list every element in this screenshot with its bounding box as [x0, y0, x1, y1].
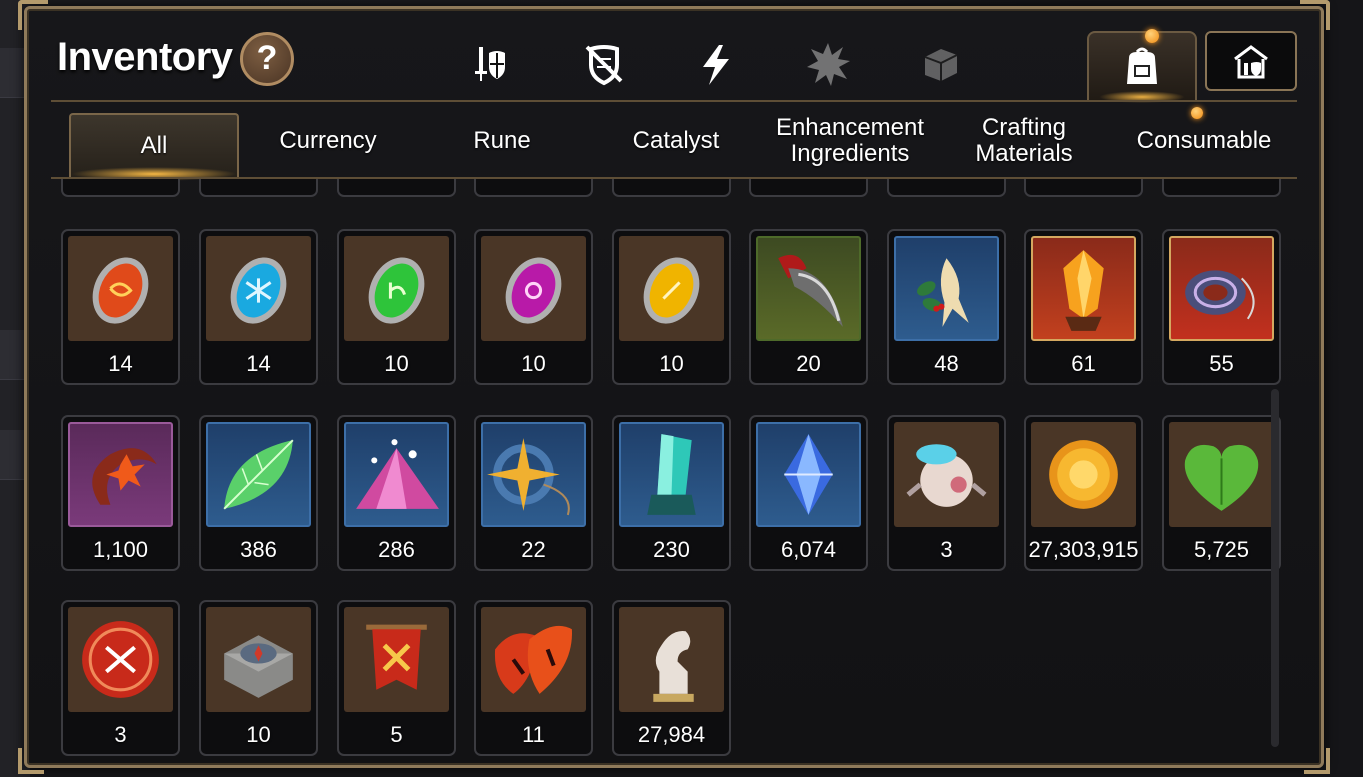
help-button[interactable]: ?	[240, 32, 294, 86]
tab-catalyst[interactable]: Catalyst	[591, 105, 761, 177]
blue-rune-stone-icon	[206, 236, 311, 341]
tab-items[interactable]	[1087, 29, 1197, 103]
item-slot[interactable]: 27,303,915	[1024, 415, 1143, 571]
item-slot[interactable]: 61	[1024, 229, 1143, 385]
guild-house-icon	[1234, 45, 1268, 79]
pink-crystal-pile-icon	[344, 422, 449, 527]
yellow-rune-stone-icon	[619, 236, 724, 341]
sub-tabs: All Currency Rune Catalyst Enhancement I…	[65, 105, 1295, 181]
item-slot[interactable]: 27	[612, 179, 731, 197]
item-slot[interactable]: 5	[337, 600, 456, 756]
tab-no-gear[interactable]	[549, 31, 659, 97]
item-slot[interactable]: 230	[612, 415, 731, 571]
item-slot[interactable]: 9	[749, 179, 868, 197]
chess-knight-icon	[619, 607, 724, 712]
item-slot[interactable]: 6,074	[749, 415, 868, 571]
flame-flower-charm-icon	[68, 422, 173, 527]
red-leaves-icon	[481, 607, 586, 712]
cube-icon	[924, 49, 958, 81]
gold-coin-icon	[1031, 422, 1136, 527]
guild-button[interactable]	[1205, 31, 1297, 91]
tab-box[interactable]	[885, 31, 995, 97]
stone-compass-icon	[206, 607, 311, 712]
notification-dot	[1145, 29, 1159, 43]
item-slot[interactable]: 27,984	[612, 600, 731, 756]
red-rune-stone-icon	[68, 236, 173, 341]
page-title: Inventory	[57, 35, 233, 79]
sword-shield-icon	[475, 47, 505, 81]
beast-claw-icon	[756, 236, 861, 341]
tab-enhancement-ingredients[interactable]: Enhancement Ingredients	[765, 105, 935, 177]
tab-burst[interactable]	[773, 31, 883, 97]
green-rune-stone-icon	[344, 236, 449, 341]
item-slot[interactable]: 30	[337, 179, 456, 197]
item-grid: 30 27 30 30 27 9 1 9 20 14 14	[61, 179, 1281, 759]
crossed-shield-icon	[585, 45, 623, 86]
item-slot[interactable]: 14	[199, 229, 318, 385]
robot-companion-icon	[894, 422, 999, 527]
item-slot[interactable]: 10	[612, 229, 731, 385]
item-slot[interactable]: 286	[337, 415, 456, 571]
war-banner-icon	[344, 607, 449, 712]
item-slot[interactable]: 3	[887, 415, 1006, 571]
item-slot[interactable]: 386	[199, 415, 318, 571]
tab-consumable[interactable]: Consumable	[1115, 105, 1293, 177]
purple-rune-stone-icon	[481, 236, 586, 341]
teal-crystal-icon	[619, 422, 724, 527]
item-slot[interactable]: 20	[749, 229, 868, 385]
item-slot[interactable]: 1	[887, 179, 1006, 197]
tab-all[interactable]: All	[69, 113, 239, 181]
inventory-panel: Inventory ? All Currency Rune Catalyst E…	[18, 0, 1330, 774]
item-slot[interactable]: 14	[61, 229, 180, 385]
herb-root-icon	[894, 236, 999, 341]
divider	[51, 100, 1297, 102]
scrollbar[interactable]	[1271, 389, 1279, 747]
blue-gem-icon	[756, 422, 861, 527]
item-slot[interactable]: 22	[474, 415, 593, 571]
lightning-icon	[703, 45, 729, 85]
item-slot[interactable]: 3	[61, 600, 180, 756]
star-amulet-icon	[481, 422, 586, 527]
tab-hero-gear[interactable]	[437, 31, 547, 97]
item-slot[interactable]: 1,100	[61, 415, 180, 571]
green-leaf-icon	[206, 422, 311, 527]
tab-skills[interactable]	[661, 31, 771, 97]
tab-crafting-materials[interactable]: Crafting Materials	[939, 105, 1109, 177]
tab-rune[interactable]: Rune	[417, 105, 587, 177]
tab-currency[interactable]: Currency	[243, 105, 413, 177]
game-screen: Inventory ? All Currency Rune Catalyst E…	[0, 0, 1363, 777]
item-slot[interactable]: 20	[1162, 179, 1281, 197]
backpack-icon	[1127, 47, 1157, 84]
item-slot[interactable]: 30	[61, 179, 180, 197]
item-slot[interactable]: 48	[887, 229, 1006, 385]
amber-crystal-icon	[1031, 236, 1136, 341]
item-slot[interactable]: 11	[474, 600, 593, 756]
green-heart-icon	[1169, 422, 1274, 527]
item-slot[interactable]: 30	[474, 179, 593, 197]
spiky-burst-icon	[807, 43, 850, 86]
item-slot[interactable]: 10	[474, 229, 593, 385]
item-slot[interactable]: 9	[1024, 179, 1143, 197]
item-slot[interactable]: 10	[337, 229, 456, 385]
item-slot[interactable]: 10	[199, 600, 318, 756]
item-slot[interactable]: 27	[199, 179, 318, 197]
ring-charm-icon	[1169, 236, 1274, 341]
item-slot[interactable]: 55	[1162, 229, 1281, 385]
item-slot[interactable]: 5,725	[1162, 415, 1281, 571]
guild-seal-icon	[68, 607, 173, 712]
